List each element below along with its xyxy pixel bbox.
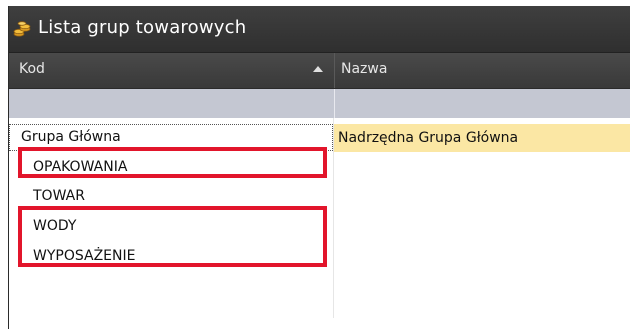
row-nazwa[interactable] bbox=[334, 182, 630, 210]
column-header-kod[interactable]: Kod bbox=[9, 53, 334, 88]
column-header-nazwa[interactable]: Nazwa bbox=[334, 53, 630, 88]
filter-cell-kod[interactable] bbox=[9, 89, 333, 118]
highlight-box-wody-wyposazenie bbox=[18, 206, 327, 267]
coins-icon bbox=[13, 21, 31, 37]
row-nazwa[interactable] bbox=[334, 153, 630, 181]
row-nazwa[interactable] bbox=[334, 242, 630, 270]
sort-ascending-icon[interactable] bbox=[313, 66, 323, 72]
group-row-nazwa[interactable]: Nadrzędna Grupa Główna bbox=[334, 124, 630, 152]
row-nazwa[interactable] bbox=[334, 212, 630, 240]
column-header-nazwa-label: Nazwa bbox=[341, 61, 388, 77]
grid-header: Kod Nazwa bbox=[9, 53, 630, 89]
highlight-box-opakowania bbox=[18, 147, 327, 178]
column-header-kod-label: Kod bbox=[19, 61, 45, 77]
filter-cell-nazwa[interactable] bbox=[334, 89, 630, 118]
title-bar: Lista grup towarowych bbox=[9, 6, 630, 53]
window-title: Lista grup towarowych bbox=[38, 17, 247, 38]
filter-row bbox=[9, 89, 630, 118]
